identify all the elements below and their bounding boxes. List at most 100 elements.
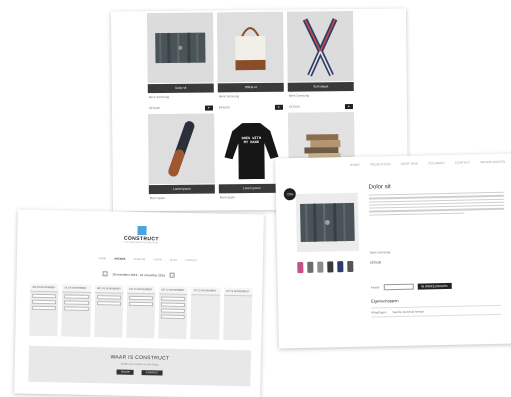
- day-header: ZA 23 NOVEMBER: [191, 287, 221, 296]
- chevron-left-icon[interactable]: ‹: [102, 271, 108, 277]
- nav-item[interactable]: HOME: [98, 257, 106, 260]
- thumbnail[interactable]: [327, 261, 334, 273]
- spec-value: Sed do eiusmod tempor: [392, 309, 425, 315]
- product-price: €379,00: [370, 260, 382, 265]
- day-header: ZO 24 NOVEMBER: [223, 287, 253, 297]
- quantity-row: Aantal IN WINKELWAGEN: [370, 282, 452, 291]
- add-to-cart-button[interactable]: IN WINKELWAGEN: [417, 282, 452, 290]
- contact-button[interactable]: CONTACT: [141, 370, 163, 376]
- nav-item[interactable]: WINKELWAGEN: [480, 160, 505, 169]
- product-row: Dolor sit Merk Samsung €379,00 ▸ Officia…: [146, 11, 364, 111]
- product-meta: Merk Samsung: [148, 94, 170, 100]
- screenshot-collage: Dolor sit Merk Samsung €379,00 ▸ Officia…: [0, 0, 511, 397]
- spec-title: Eigenschappen: [370, 297, 399, 304]
- product-price-row: €129,00 ▸: [288, 103, 354, 110]
- tote-bag-image: [216, 11, 284, 83]
- cart-icon[interactable]: ▸: [344, 103, 353, 109]
- agenda-slot[interactable]: [32, 293, 57, 299]
- logo-mark-icon: [136, 225, 147, 236]
- spec-label: Afmetingen: [371, 310, 387, 315]
- agenda-slot[interactable]: [128, 301, 154, 307]
- agenda-day-column: VR 22 NOVEMBER: [158, 286, 188, 340]
- agenda-slot[interactable]: [64, 306, 89, 311]
- cart-icon[interactable]: ▸: [204, 104, 213, 111]
- location-banner: WAAR IS CONSTRUCT Bekijk onze locatie en…: [28, 345, 252, 387]
- laptop-image: [146, 12, 214, 84]
- product-info: Merk Samsung €379,00: [370, 248, 480, 264]
- nav-item-active[interactable]: AGENDA: [114, 257, 125, 260]
- nav-item[interactable]: OVER ONS: [401, 162, 419, 170]
- product-meta: Merk Samsung: [218, 94, 240, 99]
- nav-item[interactable]: CONTACT: [455, 160, 471, 168]
- nav-item[interactable]: LEDEN: [153, 258, 162, 261]
- product-price: €549,00: [218, 105, 230, 110]
- skateboard-image: [148, 113, 215, 185]
- product-image[interactable]: [286, 11, 354, 82]
- logo-subtitle: THE WORKSPACE FOR CREATORS: [124, 241, 159, 245]
- nav-item[interactable]: BLOG: [170, 259, 177, 262]
- nav-item[interactable]: PRODUCTEN: [370, 162, 391, 170]
- quantity-label: Aantal: [370, 285, 380, 290]
- product-title: Dolor sit: [368, 184, 391, 191]
- nav-item[interactable]: RUIMTES: [133, 258, 145, 261]
- product-image[interactable]: [216, 11, 284, 83]
- product-meta: Merk Apple: [149, 195, 165, 201]
- agenda-day-column: DI 19 NOVEMBER: [61, 284, 91, 337]
- day-header: DI 19 NOVEMBER: [62, 284, 91, 293]
- thumbnail[interactable]: [337, 261, 344, 273]
- week-label: 18 november 2019 - 24 november 2019: [112, 271, 165, 278]
- chevron-right-icon[interactable]: ›: [169, 272, 176, 278]
- nav-item[interactable]: TECHNIEK: [428, 161, 445, 169]
- week-navigator: ‹ 18 november 2019 - 24 november 2019 ›: [89, 271, 189, 278]
- strap-image: [286, 11, 354, 82]
- thumbnail[interactable]: [317, 261, 324, 273]
- route-button[interactable]: ROUTE: [116, 369, 134, 375]
- agenda-slot[interactable]: [161, 296, 186, 301]
- product-image[interactable]: [146, 12, 214, 84]
- day-header: WO 20 NOVEMBER: [94, 285, 124, 294]
- agenda-day-column: MA 18 NOVEMBER: [29, 283, 59, 337]
- product-card[interactable]: Sunt aliqua Merk Samsung €129,00 ▸: [286, 11, 354, 110]
- agenda-slot[interactable]: [64, 300, 89, 305]
- thumbnail-strip: [297, 260, 354, 274]
- product-price-row: €379,00 ▸: [148, 104, 214, 111]
- agenda-slot[interactable]: [64, 294, 89, 299]
- agenda-slot[interactable]: [161, 302, 186, 307]
- day-header: DO 21 NOVEMBER: [127, 285, 156, 295]
- agenda-slot[interactable]: [96, 301, 121, 306]
- agenda-day-column: DO 21 NOVEMBER: [126, 285, 156, 339]
- spec-row: Afmetingen Sed do eiusmod tempor: [371, 304, 502, 318]
- product-image[interactable]: [148, 113, 215, 185]
- product-price-row: €549,00 ▸: [218, 104, 284, 111]
- agenda-slot[interactable]: [31, 305, 57, 311]
- product-card[interactable]: Dolor sit Merk Samsung €379,00 ▸: [146, 12, 214, 111]
- thumbnail[interactable]: [307, 261, 314, 273]
- day-header: MA 18 NOVEMBER: [30, 283, 59, 293]
- product-price: €129,00: [288, 104, 300, 109]
- thumbnail[interactable]: [297, 261, 304, 274]
- quantity-input[interactable]: [383, 283, 414, 291]
- agenda-slot[interactable]: [128, 295, 154, 301]
- banner-buttons: ROUTE CONTACT: [29, 368, 251, 378]
- agenda-days: MA 18 NOVEMBER DI 19 NOVEMBER WO 20 NOVE…: [29, 283, 253, 341]
- site-logo[interactable]: CONSTRUCT THE WORKSPACE FOR CREATORS: [121, 225, 161, 245]
- sale-badge: -20%: [283, 188, 296, 201]
- thumbnail[interactable]: [347, 260, 354, 273]
- product-meta: Merk Samsung: [288, 93, 310, 98]
- agenda-slot[interactable]: [31, 299, 57, 305]
- agenda-slot[interactable]: [160, 308, 186, 313]
- nav-item[interactable]: CONTACT: [185, 259, 197, 262]
- nav-item[interactable]: HOME: [350, 163, 360, 171]
- agenda-slot[interactable]: [96, 295, 122, 300]
- product-card[interactable]: Officia ut Merk Samsung €549,00 ▸: [216, 11, 284, 111]
- product-brand: Merk Samsung: [369, 250, 391, 255]
- laptop-image: [295, 192, 359, 253]
- agenda-slot[interactable]: [160, 314, 186, 319]
- construct-homepage: CONSTRUCT THE WORKSPACE FOR CREATORS HOM…: [14, 209, 264, 397]
- agenda-day-column: ZO 24 NOVEMBER: [222, 287, 253, 341]
- agenda-day-column: WO 20 NOVEMBER: [93, 285, 124, 338]
- cart-icon[interactable]: ▸: [274, 104, 283, 110]
- product-card[interactable]: Lorem ipsum Merk Apple: [148, 113, 215, 206]
- main-product-image[interactable]: [295, 192, 359, 253]
- shirt-print-text: DOES WITH MY HAND: [241, 136, 262, 146]
